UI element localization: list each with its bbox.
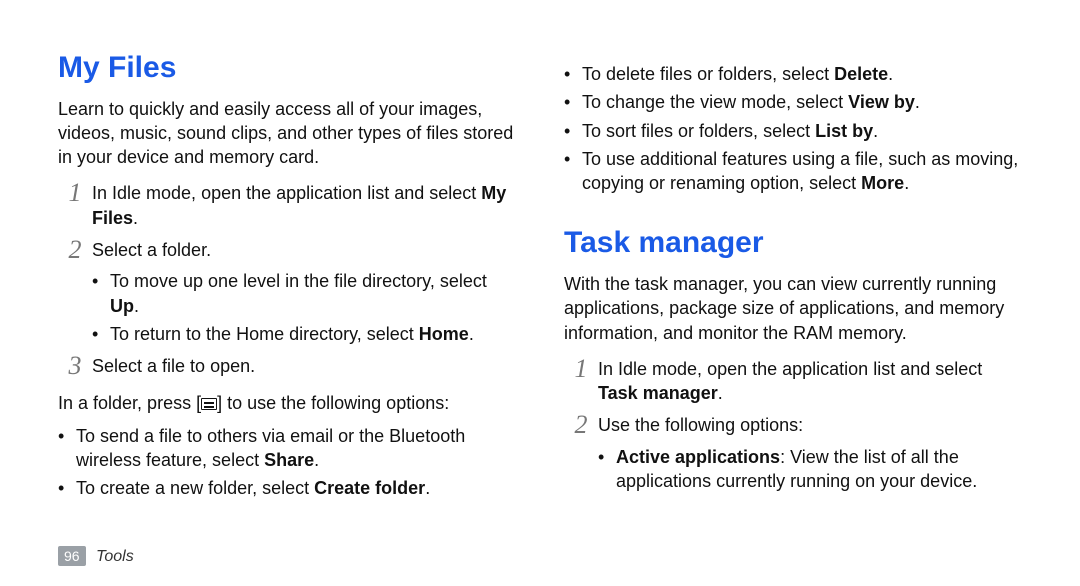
text-part: . <box>314 450 319 470</box>
step-number: 1 <box>58 179 92 206</box>
step-2: 2 Select a folder. <box>58 236 516 263</box>
my-files-intro: Learn to quickly and easily access all o… <box>58 97 516 170</box>
text-part: To create a new folder, select <box>76 478 314 498</box>
text-part: . <box>718 383 723 403</box>
bullet-dot-icon <box>564 119 582 143</box>
text-part: . <box>915 92 920 112</box>
option-bullet: To create a new folder, select Create fo… <box>58 476 516 500</box>
page-footer: 96 Tools <box>58 546 134 568</box>
text-part: To change the view mode, select <box>582 92 848 112</box>
text-part: . <box>873 121 878 141</box>
bullet-text: To use additional features using a file,… <box>582 147 1022 196</box>
sub-bullet: To return to the Home directory, select … <box>92 322 516 346</box>
bullet-dot-icon <box>564 90 582 114</box>
folder-options-cont: To delete files or folders, select Delet… <box>564 62 1022 195</box>
task-manager-heading: Task manager <box>564 223 1022 264</box>
option-bullet: To sort files or folders, select List by… <box>564 119 1022 143</box>
bullet-text: To send a file to others via email or th… <box>76 424 516 473</box>
bullet-text: To change the view mode, select View by. <box>582 90 1022 114</box>
step-text-end: . <box>133 208 138 228</box>
folder-press-text: In a folder, press [ ] to use the followi… <box>58 391 516 415</box>
bullet-text: To return to the Home directory, select … <box>110 322 516 346</box>
bold-active-applications: Active applications <box>616 447 780 467</box>
sub-bullet: To move up one level in the file directo… <box>92 269 516 318</box>
bullet-text: To move up one level in the file directo… <box>110 269 516 318</box>
bold-create-folder: Create folder <box>314 478 425 498</box>
bullet-dot-icon <box>564 62 582 86</box>
text-part: In a folder, press [ <box>58 393 201 413</box>
step-number: 2 <box>564 411 598 438</box>
bullet-text: Active applications: View the list of al… <box>616 445 1022 494</box>
step-text: In Idle mode, open the application list … <box>92 183 481 203</box>
text-part: To delete files or folders, select <box>582 64 834 84</box>
tm-step-2-subitems: Active applications: View the list of al… <box>598 445 1022 494</box>
menu-icon <box>201 398 217 410</box>
text-part: . <box>469 324 474 344</box>
step-body: In Idle mode, open the application list … <box>598 355 1022 406</box>
text-part: To move up one level in the file directo… <box>110 271 487 291</box>
bullet-dot-icon <box>58 424 76 473</box>
bullet-dot-icon <box>564 147 582 196</box>
step-number: 3 <box>58 352 92 379</box>
option-bullet: To use additional features using a file,… <box>564 147 1022 196</box>
bold-share: Share <box>264 450 314 470</box>
option-bullet: To delete files or folders, select Delet… <box>564 62 1022 86</box>
bullet-text: To delete files or folders, select Delet… <box>582 62 1022 86</box>
bullet-dot-icon <box>598 445 616 494</box>
step-body: Select a folder. <box>92 236 516 262</box>
tm-step-2: 2 Use the following options: <box>564 411 1022 438</box>
text-part: . <box>425 478 430 498</box>
step-number: 2 <box>58 236 92 263</box>
bullet-text: To create a new folder, select Create fo… <box>76 476 516 500</box>
bold-up: Up <box>110 296 134 316</box>
left-column: My Files Learn to quickly and easily acc… <box>58 48 516 505</box>
bullet-dot-icon <box>92 322 110 346</box>
bold-task-manager: Task manager <box>598 383 718 403</box>
task-manager-intro: With the task manager, you can view curr… <box>564 272 1022 345</box>
text-part: In Idle mode, open the application list … <box>598 359 982 379</box>
option-bullet: To send a file to others via email or th… <box>58 424 516 473</box>
bold-home: Home <box>419 324 469 344</box>
text-part: . <box>904 173 909 193</box>
step-1: 1 In Idle mode, open the application lis… <box>58 179 516 230</box>
sub-bullet: Active applications: View the list of al… <box>598 445 1022 494</box>
step-3: 3 Select a file to open. <box>58 352 516 379</box>
step-number: 1 <box>564 355 598 382</box>
bold-list-by: List by <box>815 121 873 141</box>
bold-delete: Delete <box>834 64 888 84</box>
tm-step-1: 1 In Idle mode, open the application lis… <box>564 355 1022 406</box>
page-number: 96 <box>58 546 86 566</box>
bullet-dot-icon <box>58 476 76 500</box>
bold-view-by: View by <box>848 92 915 112</box>
step-2-subitems: To move up one level in the file directo… <box>92 269 516 346</box>
step-body: Select a file to open. <box>92 352 516 378</box>
text-part: . <box>134 296 139 316</box>
folder-options: To send a file to others via email or th… <box>58 424 516 501</box>
my-files-heading: My Files <box>58 48 516 89</box>
text-part: ] to use the following options: <box>217 393 449 413</box>
bullet-text: To sort files or folders, select List by… <box>582 119 1022 143</box>
step-body: In Idle mode, open the application list … <box>92 179 516 230</box>
text-part: . <box>888 64 893 84</box>
bullet-dot-icon <box>92 269 110 318</box>
right-column: To delete files or folders, select Delet… <box>564 48 1022 505</box>
bold-more: More <box>861 173 904 193</box>
footer-section: Tools <box>96 548 134 565</box>
text-part: To use additional features using a file,… <box>582 149 1018 193</box>
text-part: To return to the Home directory, select <box>110 324 419 344</box>
option-bullet: To change the view mode, select View by. <box>564 90 1022 114</box>
text-part: To sort files or folders, select <box>582 121 815 141</box>
page-columns: My Files Learn to quickly and easily acc… <box>58 48 1022 505</box>
step-body: Use the following options: <box>598 411 1022 437</box>
